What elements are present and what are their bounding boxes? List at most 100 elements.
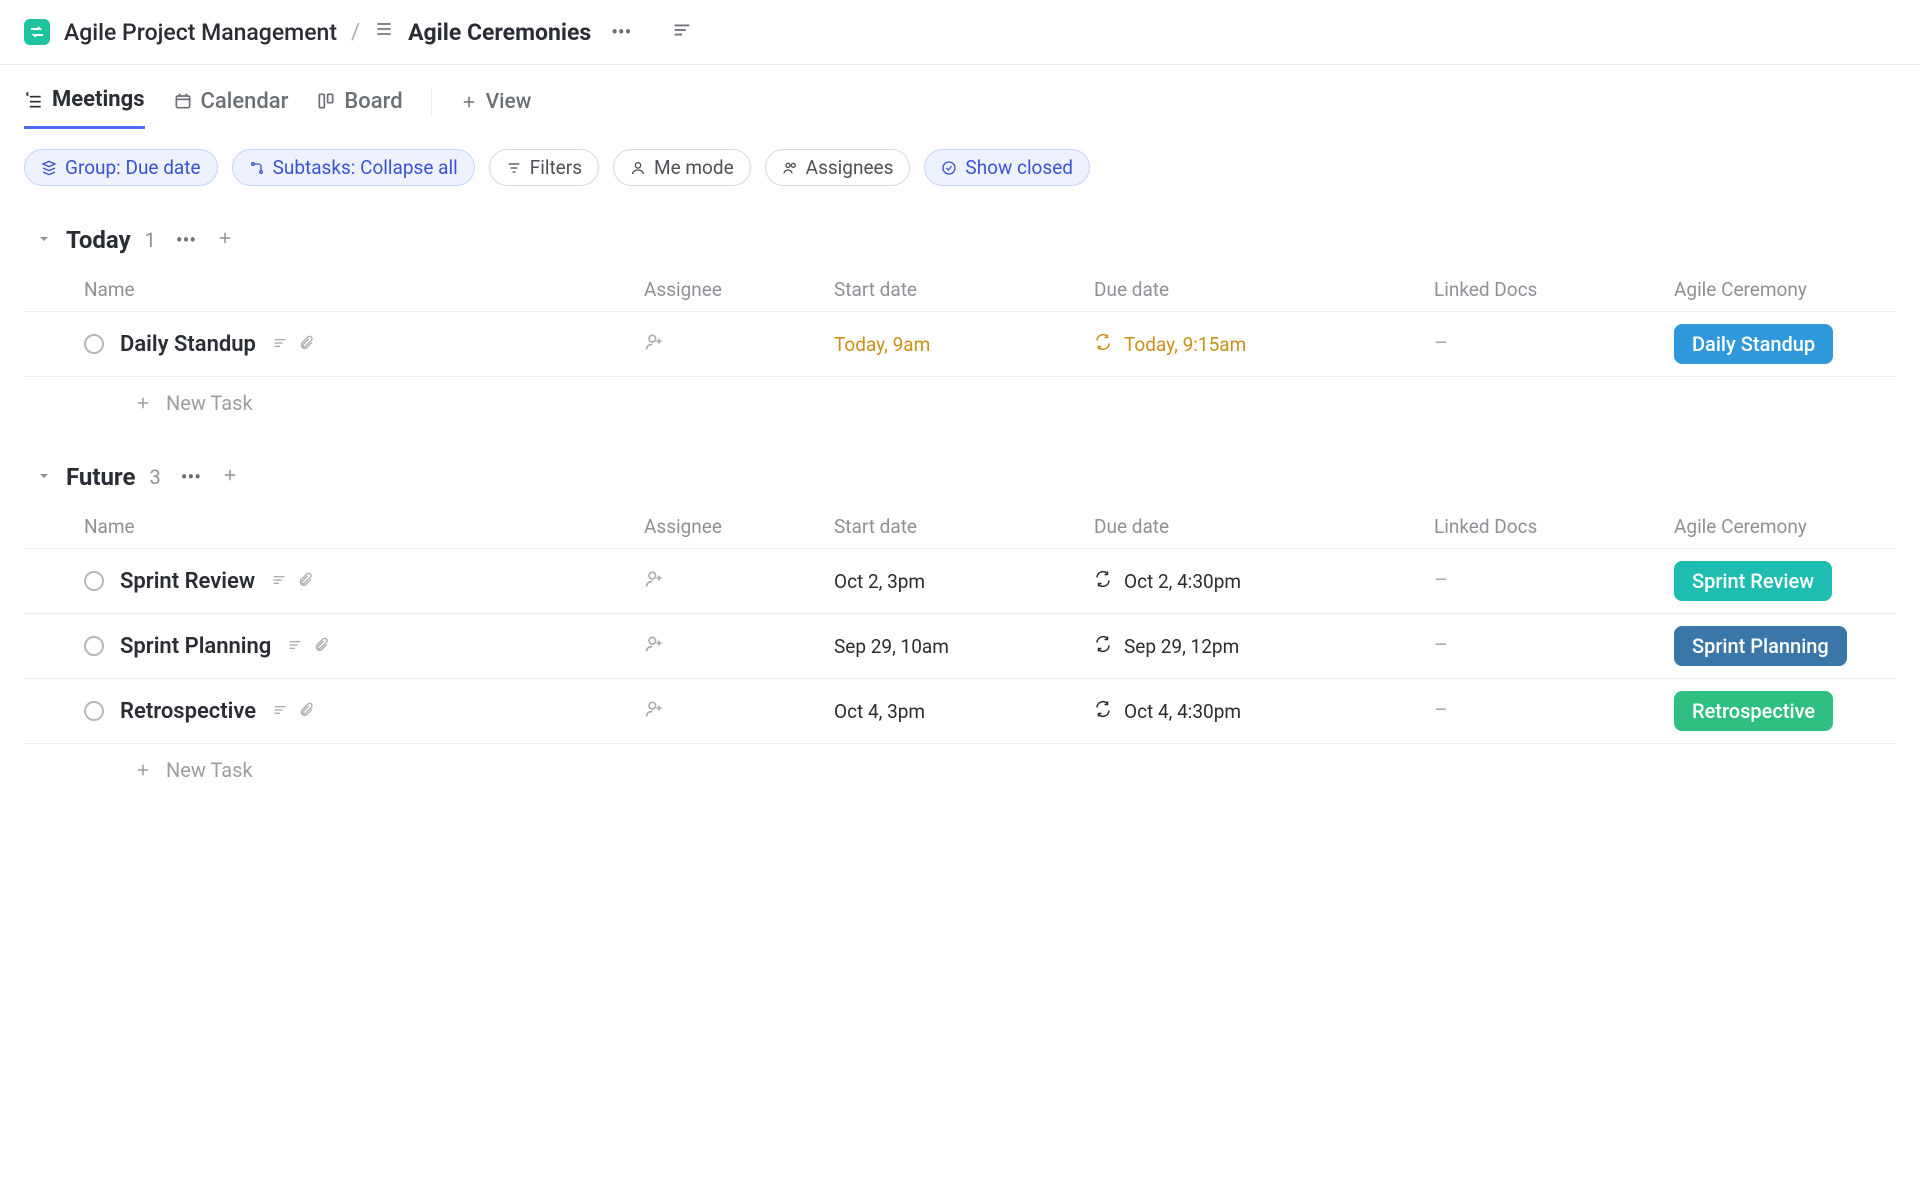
groups-container: Today 1 ••• Name Assignee Start date Due…	[0, 196, 1920, 800]
group-name: Today	[66, 226, 131, 254]
col-start: Start date	[834, 278, 1094, 301]
chip-label: Me mode	[654, 156, 734, 179]
task-row[interactable]: Daily Standup Today, 9am Today, 9:15am –…	[24, 312, 1896, 377]
description-icon[interactable]	[287, 635, 303, 658]
task-name[interactable]: Retrospective	[120, 699, 256, 724]
description-icon[interactable]	[272, 700, 288, 723]
group-add-button[interactable]	[221, 466, 239, 489]
ceremony-badge[interactable]: Retrospective	[1674, 691, 1833, 731]
attachment-icon[interactable]	[313, 635, 329, 658]
start-date[interactable]: Oct 4, 3pm	[834, 700, 1094, 723]
col-name: Name	[84, 278, 644, 301]
new-task-label: New Task	[166, 758, 253, 782]
start-date[interactable]: Sep 29, 10am	[834, 635, 1094, 658]
group-more-button[interactable]: •••	[170, 226, 202, 254]
col-ceremony: Agile Ceremony	[1674, 515, 1920, 538]
ceremony-badge[interactable]: Sprint Planning	[1674, 626, 1847, 666]
group-count: 3	[149, 465, 160, 489]
attachment-icon[interactable]	[297, 570, 313, 593]
add-view-label: View	[486, 90, 532, 114]
linked-docs[interactable]: –	[1434, 569, 1674, 593]
description-icon[interactable]	[272, 333, 288, 356]
assignee-add-button[interactable]	[644, 634, 834, 659]
assignee-add-button[interactable]	[644, 332, 834, 357]
space-icon	[24, 19, 50, 45]
chip-label: Show closed	[965, 156, 1073, 179]
attachment-icon[interactable]	[298, 333, 314, 356]
start-date[interactable]: Oct 2, 3pm	[834, 570, 1094, 593]
new-task-label: New Task	[166, 391, 253, 415]
recurring-icon	[1094, 570, 1112, 593]
filter-chips: Group: Due date Subtasks: Collapse all F…	[0, 129, 1920, 196]
table-header: Name Assignee Start date Due date Linked…	[24, 268, 1896, 312]
table-header: Name Assignee Start date Due date Linked…	[24, 505, 1896, 549]
status-circle[interactable]	[84, 701, 104, 721]
recurring-icon	[1094, 333, 1112, 356]
col-start: Start date	[834, 515, 1094, 538]
col-assignee: Assignee	[644, 278, 834, 301]
tab-label: Board	[344, 89, 402, 114]
ceremony-badge[interactable]: Sprint Review	[1674, 561, 1832, 601]
chip-label: Filters	[530, 156, 582, 179]
group-future: Future 3 ••• Name Assignee Start date Du…	[0, 433, 1920, 800]
attachment-icon[interactable]	[298, 700, 314, 723]
task-name[interactable]: Sprint Review	[120, 569, 255, 594]
task-row[interactable]: Sprint Review Oct 2, 3pm Oct 2, 4:30pm –…	[24, 549, 1896, 614]
view-tabs: Meetings Calendar Board View	[0, 65, 1920, 129]
page-header: Agile Project Management / Agile Ceremon…	[0, 0, 1920, 65]
breadcrumb-space[interactable]: Agile Project Management	[64, 19, 337, 46]
new-task-button[interactable]: New Task	[24, 744, 1896, 796]
group-add-button[interactable]	[216, 229, 234, 252]
task-row[interactable]: Sprint Planning Sep 29, 10am Sep 29, 12p…	[24, 614, 1896, 679]
tab-meetings[interactable]: Meetings	[24, 75, 145, 129]
tab-board[interactable]: Board	[316, 77, 402, 128]
assignee-add-button[interactable]	[644, 569, 834, 594]
group-more-button[interactable]: •••	[175, 463, 207, 491]
tab-calendar[interactable]: Calendar	[173, 77, 289, 128]
group-name: Future	[66, 463, 135, 491]
due-date[interactable]: Oct 2, 4:30pm	[1094, 570, 1434, 593]
status-circle[interactable]	[84, 571, 104, 591]
chip-subtasks[interactable]: Subtasks: Collapse all	[232, 149, 475, 186]
collapse-toggle[interactable]	[36, 229, 52, 252]
list-icon	[374, 19, 394, 45]
task-name[interactable]: Daily Standup	[120, 332, 256, 357]
chip-assignees[interactable]: Assignees	[765, 149, 911, 186]
tab-label: Meetings	[52, 87, 145, 112]
chip-show-closed[interactable]: Show closed	[924, 149, 1090, 186]
col-ceremony: Agile Ceremony	[1674, 278, 1920, 301]
due-date[interactable]: Today, 9:15am	[1094, 333, 1434, 356]
status-circle[interactable]	[84, 334, 104, 354]
start-date[interactable]: Today, 9am	[834, 333, 1094, 356]
col-linked: Linked Docs	[1434, 278, 1674, 301]
status-circle[interactable]	[84, 636, 104, 656]
assignee-add-button[interactable]	[644, 699, 834, 724]
linked-docs[interactable]: –	[1434, 699, 1674, 723]
chip-group[interactable]: Group: Due date	[24, 149, 218, 186]
due-date[interactable]: Oct 4, 4:30pm	[1094, 700, 1434, 723]
chip-label: Assignees	[806, 156, 894, 179]
breadcrumb-current[interactable]: Agile Ceremonies	[408, 19, 591, 46]
chip-me-mode[interactable]: Me mode	[613, 149, 751, 186]
more-menu-button[interactable]: •••	[605, 18, 637, 46]
breadcrumb-separator: /	[351, 20, 360, 45]
recurring-icon	[1094, 700, 1112, 723]
due-date[interactable]: Sep 29, 12pm	[1094, 635, 1434, 658]
col-due: Due date	[1094, 278, 1434, 301]
new-task-button[interactable]: New Task	[24, 377, 1896, 429]
col-name: Name	[84, 515, 644, 538]
col-due: Due date	[1094, 515, 1434, 538]
ceremony-badge[interactable]: Daily Standup	[1674, 324, 1833, 364]
group-count: 1	[145, 228, 156, 252]
collapse-toggle[interactable]	[36, 466, 52, 489]
description-icon[interactable]	[271, 570, 287, 593]
chip-filters[interactable]: Filters	[489, 149, 599, 186]
layout-toggle-button[interactable]	[671, 19, 693, 46]
tab-label: Calendar	[201, 89, 289, 114]
add-view-button[interactable]: View	[460, 90, 532, 114]
linked-docs[interactable]: –	[1434, 332, 1674, 356]
linked-docs[interactable]: –	[1434, 634, 1674, 658]
task-row[interactable]: Retrospective Oct 4, 3pm Oct 4, 4:30pm –…	[24, 679, 1896, 744]
task-name[interactable]: Sprint Planning	[120, 634, 271, 659]
chip-label: Subtasks: Collapse all	[273, 156, 458, 179]
